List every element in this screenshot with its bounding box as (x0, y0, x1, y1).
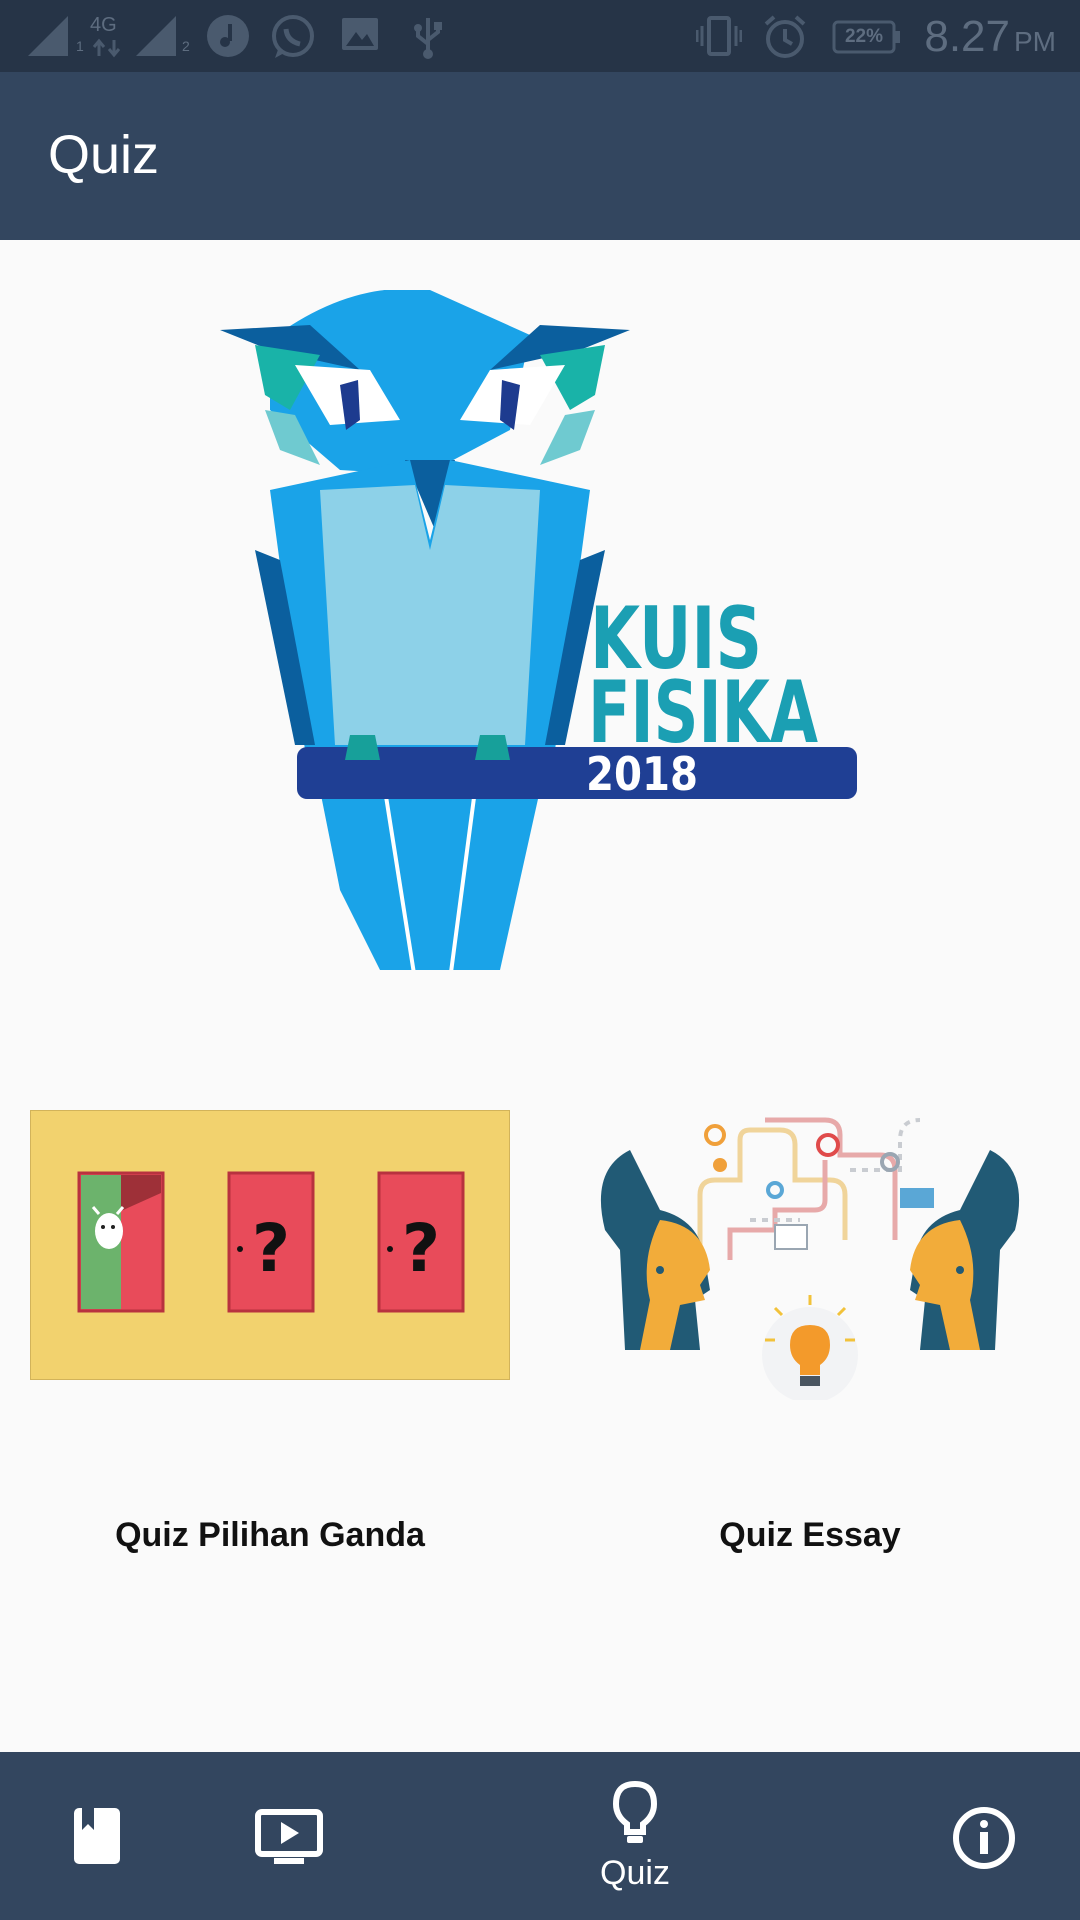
svg-text:?: ? (252, 1210, 290, 1287)
music-icon (207, 15, 249, 57)
doors-icon: ? ? (77, 1171, 465, 1313)
bottom-navigation: Quiz (0, 1752, 1080, 1920)
video-icon (255, 1809, 323, 1864)
kuis-fisika-logo: KUIS FISIKA 2018 (210, 288, 870, 981)
thinking-heads-image (600, 1100, 1020, 1403)
logo-text-year: 2018 (586, 747, 698, 801)
nav-item-materi[interactable] (40, 1752, 150, 1920)
network-type-label: 4G (90, 14, 117, 36)
sim1-label: 1 (76, 38, 84, 54)
quiz-essay-label: Quiz Essay (719, 1516, 901, 1554)
whatsapp-icon (272, 15, 314, 58)
gallery-icon (342, 18, 378, 50)
owl-logo-image: KUIS FISIKA 2018 (220, 288, 857, 981)
signal-sim1-icon (28, 16, 68, 56)
quiz-essay-card[interactable]: Quiz Essay (540, 1100, 1080, 1600)
sim2-label: 2 (182, 38, 190, 54)
nav-label-quiz: Quiz (600, 1854, 670, 1892)
app-bar: Quiz (0, 72, 1080, 240)
clock: 8.27 PM (924, 12, 1056, 62)
quiz-pilihan-ganda-card[interactable]: ? ? Quiz Pilihan Ganda (0, 1100, 540, 1600)
data-arrows-icon (92, 38, 121, 58)
doors-image: ? ? (30, 1110, 510, 1380)
svg-text:?: ? (402, 1210, 440, 1287)
clock-time: 8.27 (924, 12, 1010, 61)
thinking-heads-icon (600, 1117, 1020, 1403)
nav-item-info[interactable] (930, 1752, 1040, 1920)
nav-item-quiz[interactable]: Quiz (570, 1752, 700, 1920)
quiz-pilihan-ganda-label: Quiz Pilihan Ganda (115, 1516, 425, 1554)
alarm-icon (764, 15, 806, 58)
lightbulb-icon (612, 1780, 658, 1843)
nav-item-video[interactable] (230, 1752, 350, 1920)
info-icon (953, 1807, 1015, 1869)
usb-icon (414, 18, 442, 59)
book-icon (74, 1808, 120, 1864)
page-title: Quiz (48, 125, 160, 185)
vibrate-icon (696, 16, 742, 56)
signal-sim2-icon (136, 16, 176, 56)
clock-ampm: PM (1014, 26, 1056, 57)
battery-level: 22% (844, 26, 884, 47)
status-bar: 1 4G 2 22% 8.27 PM (0, 0, 1080, 72)
